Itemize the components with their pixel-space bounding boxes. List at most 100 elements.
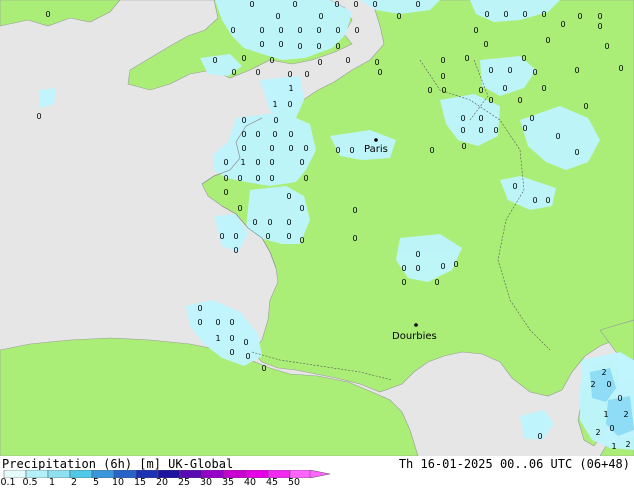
- value-marker: 0: [278, 26, 283, 35]
- value-marker: 1: [288, 84, 293, 93]
- value-marker: 0: [473, 26, 478, 35]
- legend-label: 40: [243, 477, 257, 488]
- paris-dot: [374, 138, 378, 142]
- value-marker: 0: [427, 86, 432, 95]
- value-marker: 0: [478, 126, 483, 135]
- value-marker: 0: [223, 174, 228, 183]
- value-marker: 0: [415, 0, 420, 9]
- value-marker: 0: [352, 234, 357, 243]
- value-marker: 0: [231, 68, 236, 77]
- value-marker: 0: [223, 158, 228, 167]
- value-marker: 0: [488, 66, 493, 75]
- value-marker: 1: [272, 100, 277, 109]
- value-marker: 0: [609, 424, 614, 433]
- legend-label: 20: [155, 477, 169, 488]
- value-marker: 0: [241, 130, 246, 139]
- value-marker: 0: [335, 146, 340, 155]
- value-marker: 0: [275, 12, 280, 21]
- value-marker: 0: [241, 144, 246, 153]
- value-marker: 0: [219, 232, 224, 241]
- value-marker: 0: [273, 116, 278, 125]
- legend-label: 25: [177, 477, 191, 488]
- value-marker: 2: [623, 410, 628, 419]
- value-marker: 0: [461, 142, 466, 151]
- value-marker: 0: [237, 174, 242, 183]
- value-marker: 0: [229, 334, 234, 343]
- value-marker: 0: [212, 56, 217, 65]
- precipitation-map: Paris Dourbies 0 0 0 0 0 0 0 0 0 0 0 0 0 0 0 0 0 0 0 0 0 0 0 0 0…: [0, 0, 634, 456]
- value-marker: 0: [517, 96, 522, 105]
- value-marker: 0: [229, 348, 234, 357]
- value-marker: 0: [484, 10, 489, 19]
- value-marker: 0: [618, 64, 623, 73]
- value-marker: 1: [215, 334, 220, 343]
- value-marker: 0: [574, 66, 579, 75]
- value-marker: 0: [434, 278, 439, 287]
- value-marker: 0: [233, 232, 238, 241]
- value-marker: 0: [316, 42, 321, 51]
- value-marker: 0: [488, 96, 493, 105]
- value-marker: 0: [269, 56, 274, 65]
- value-marker: 0: [335, 42, 340, 51]
- value-marker: 0: [483, 40, 488, 49]
- value-marker: 0: [215, 318, 220, 327]
- value-marker: 0: [512, 182, 517, 191]
- value-marker: 0: [529, 114, 534, 123]
- value-marker: 0: [460, 126, 465, 135]
- value-marker: 0: [45, 10, 50, 19]
- dourbies-dot: [414, 323, 418, 327]
- value-marker: 0: [372, 0, 377, 9]
- value-marker: 0: [286, 218, 291, 227]
- value-marker: 0: [583, 102, 588, 111]
- value-marker: 2: [595, 428, 600, 437]
- value-marker: 0: [278, 40, 283, 49]
- value-marker: 0: [272, 130, 277, 139]
- value-marker: 0: [287, 100, 292, 109]
- value-marker: 0: [460, 114, 465, 123]
- value-marker: 0: [304, 70, 309, 79]
- value-marker: 0: [503, 10, 508, 19]
- value-marker: 0: [265, 232, 270, 241]
- value-marker: 0: [606, 380, 611, 389]
- value-marker: 0: [269, 158, 274, 167]
- value-marker: 1: [603, 410, 608, 419]
- value-marker: 0: [249, 0, 254, 9]
- value-marker: 0: [255, 68, 260, 77]
- value-marker: 0: [299, 236, 304, 245]
- value-marker: 0: [478, 114, 483, 123]
- value-marker: 0: [597, 22, 602, 31]
- value-marker: 0: [252, 218, 257, 227]
- value-marker: 0: [522, 10, 527, 19]
- value-marker: 2: [601, 368, 606, 377]
- paris-label: Paris: [364, 144, 388, 155]
- value-marker: 0: [478, 86, 483, 95]
- value-marker: 0: [555, 132, 560, 141]
- value-marker: 0: [335, 26, 340, 35]
- legend-label: 2: [70, 477, 78, 488]
- value-marker: 0: [237, 204, 242, 213]
- value-marker: 0: [297, 26, 302, 35]
- map-title: Precipitation (6h) [m] UK-Global: [2, 457, 234, 471]
- value-marker: 0: [401, 264, 406, 273]
- value-marker: 0: [255, 174, 260, 183]
- value-marker: 0: [303, 144, 308, 153]
- legend-label: 30: [199, 477, 213, 488]
- value-marker: 0: [521, 54, 526, 63]
- value-marker: 0: [354, 26, 359, 35]
- value-marker: 0: [441, 86, 446, 95]
- value-marker: 0: [617, 394, 622, 403]
- value-marker: 0: [223, 188, 228, 197]
- value-marker: 0: [316, 26, 321, 35]
- value-marker: 0: [352, 206, 357, 215]
- legend-label: 50: [287, 477, 301, 488]
- value-marker: 0: [345, 56, 350, 65]
- value-marker: 0: [241, 54, 246, 63]
- legend-label: 10: [111, 477, 125, 488]
- value-marker: 0: [545, 36, 550, 45]
- value-marker: 0: [255, 130, 260, 139]
- value-marker: 0: [396, 12, 401, 21]
- value-marker: 0: [415, 250, 420, 259]
- dourbies-label: Dourbies: [392, 331, 437, 342]
- value-marker: 1: [611, 442, 616, 451]
- value-marker: 0: [493, 126, 498, 135]
